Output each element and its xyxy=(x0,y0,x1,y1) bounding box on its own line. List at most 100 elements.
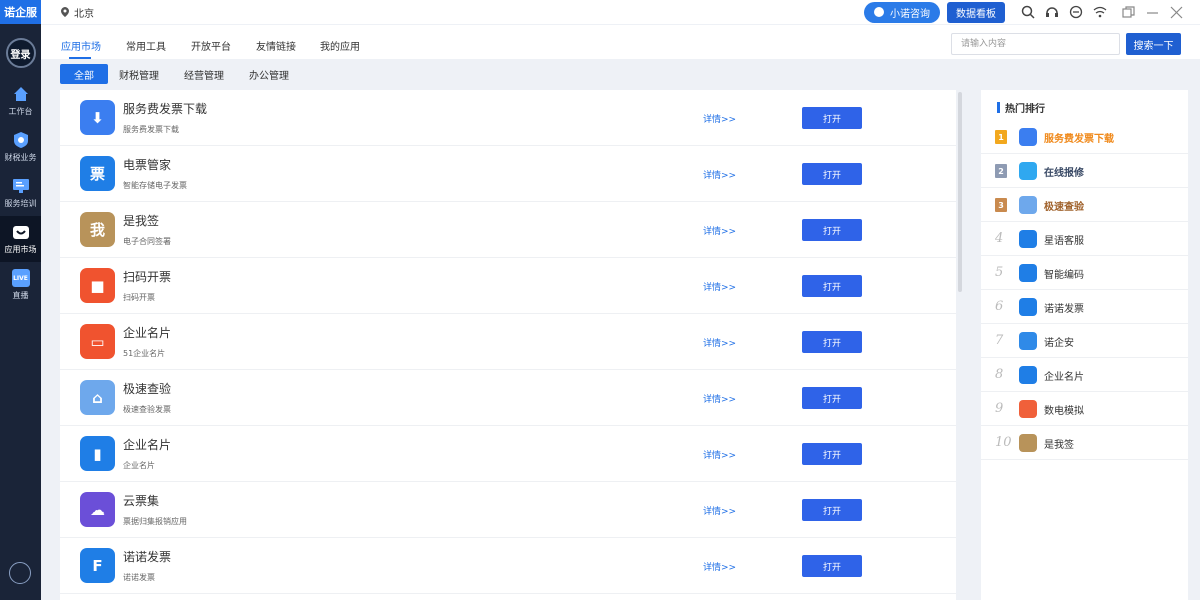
app-icon: 我 xyxy=(80,212,115,247)
restore-window-icon[interactable] xyxy=(1120,4,1136,20)
app-detail-link[interactable]: 详情>> xyxy=(703,112,736,125)
app-icon: ☁ xyxy=(80,492,115,527)
ranking-item[interactable]: 8 企业名片 xyxy=(981,358,1188,392)
top-right-actions: 小诺咨询 数据看板 xyxy=(864,0,1188,24)
hot-ranking-panel: 热门排行 1 服务费发票下载 2 在线报修 3 极速查验 4 星语客服 5 智能编码 6 … xyxy=(981,90,1188,600)
app-detail-link[interactable]: 详情>> xyxy=(703,168,736,181)
tab-app-market[interactable]: 应用市场 xyxy=(61,38,101,53)
app-name: 服务费发票下载 xyxy=(123,102,208,116)
minus-circle-icon[interactable] xyxy=(1068,4,1084,20)
sidebar-item-training[interactable]: 服务培训 xyxy=(0,170,41,216)
training-icon xyxy=(12,177,30,195)
rank-medal-icon: 1 xyxy=(995,130,1007,144)
app-detail-link[interactable]: 详情>> xyxy=(703,280,736,293)
app-open-button[interactable]: 打开 xyxy=(802,275,862,297)
tab-open-platform[interactable]: 开放平台 xyxy=(191,38,231,53)
app-open-button[interactable]: 打开 xyxy=(802,331,862,353)
app-open-button[interactable]: 打开 xyxy=(802,499,862,521)
sidebar: 诺企服 登录 工作台 财税业务 服务培训 应用市场 LIVE 直播 xyxy=(0,0,41,600)
list-scrollbar[interactable] xyxy=(958,92,962,292)
app-icon xyxy=(1019,162,1037,180)
ranking-title-text: 热门排行 xyxy=(1005,104,1045,115)
close-icon[interactable] xyxy=(1168,4,1184,20)
app-name: 诺诺发票 xyxy=(123,550,172,564)
search-button[interactable]: 搜索一下 xyxy=(1126,33,1181,55)
search-input[interactable]: 请输入内容 xyxy=(951,33,1120,55)
settings-hex-icon[interactable] xyxy=(9,562,31,584)
sidebar-item-live[interactable]: LIVE 直播 xyxy=(0,262,41,308)
ranking-label: 极速查验 xyxy=(1044,202,1084,213)
sidebar-item-workbench[interactable]: 工作台 xyxy=(0,78,41,124)
app-row: 我 是我签 电子合同签署 详情>> 打开 xyxy=(60,202,956,258)
top-bar: 北京 小诺咨询 数据看板 xyxy=(41,0,1200,24)
app-detail-link[interactable]: 详情>> xyxy=(703,336,736,349)
ranking-item[interactable]: 7 诺企安 xyxy=(981,324,1188,358)
app-icon xyxy=(1019,128,1037,146)
app-open-button[interactable]: 打开 xyxy=(802,443,862,465)
app-detail-link[interactable]: 详情>> xyxy=(703,448,736,461)
ranking-label: 在线报修 xyxy=(1044,168,1084,179)
consult-button[interactable]: 小诺咨询 xyxy=(864,1,940,23)
subtab-office[interactable]: 办公管理 xyxy=(249,64,289,84)
subtab-tax[interactable]: 财税管理 xyxy=(119,64,159,84)
app-icon: ⌂ xyxy=(80,380,115,415)
ranking-item[interactable]: 1 服务费发票下载 xyxy=(981,120,1188,154)
app-row: ▭ 企业名片 51企业名片 详情>> 打开 xyxy=(60,314,956,370)
location-pin-icon xyxy=(61,7,69,17)
app-name: 极速查验 xyxy=(123,382,172,396)
dashboard-button[interactable]: 数据看板 xyxy=(947,1,1005,23)
sidebar-item-label: 服务培训 xyxy=(4,199,37,208)
app-icon: ▭ xyxy=(80,324,115,359)
app-detail-link[interactable]: 详情>> xyxy=(703,560,736,573)
subtab-all[interactable]: 全部 xyxy=(60,64,108,84)
login-button[interactable]: 登录 xyxy=(5,38,36,68)
app-icon: ▮ xyxy=(80,436,115,471)
sidebar-item-tax[interactable]: 财税业务 xyxy=(0,124,41,170)
sidebar-item-label: 直播 xyxy=(12,291,29,300)
subtab-business[interactable]: 经营管理 xyxy=(184,64,224,84)
app-open-button[interactable]: 打开 xyxy=(802,163,862,185)
title-accent-bar xyxy=(997,102,1000,113)
wifi-icon[interactable] xyxy=(1092,4,1108,20)
ranking-item[interactable]: 10 是我签 xyxy=(981,426,1188,460)
ranking-item[interactable]: 4 星语客服 xyxy=(981,222,1188,256)
app-icon: ⬇ xyxy=(80,100,115,135)
active-tab-indicator xyxy=(69,57,91,59)
ranking-item[interactable]: 3 极速查验 xyxy=(981,188,1188,222)
tab-common-tools[interactable]: 常用工具 xyxy=(126,38,166,53)
app-description: 企业名片 xyxy=(123,461,155,470)
app-open-button[interactable]: 打开 xyxy=(802,387,862,409)
app-list: ⬇ 服务费发票下载 服务费发票下载 详情>> 打开票 电票管家 智能存储电子发票… xyxy=(60,90,956,600)
ranking-label: 诺企安 xyxy=(1044,338,1074,349)
location-selector[interactable]: 北京 xyxy=(61,5,94,20)
app-open-button[interactable]: 打开 xyxy=(802,107,862,129)
app-description: 票据归集报销应用 xyxy=(123,517,187,526)
ranking-item[interactable]: 9 数电模拟 xyxy=(981,392,1188,426)
tab-friend-links[interactable]: 友情链接 xyxy=(256,38,296,53)
rank-number: 7 xyxy=(995,333,1004,348)
app-row: ■ 扫码开票 扫码开票 详情>> 打开 xyxy=(60,258,956,314)
ranking-item[interactable]: 5 智能编码 xyxy=(981,256,1188,290)
app-icon xyxy=(1019,332,1037,350)
ranking-item[interactable]: 6 诺诺发票 xyxy=(981,290,1188,324)
app-detail-link[interactable]: 详情>> xyxy=(703,392,736,405)
app-market-icon xyxy=(12,223,30,241)
rank-number: 10 xyxy=(995,435,1012,450)
minimize-icon[interactable] xyxy=(1144,4,1160,20)
app-row: 票 电票管家 智能存储电子发票 详情>> 打开 xyxy=(60,146,956,202)
sidebar-item-app-market[interactable]: 应用市场 xyxy=(0,216,41,262)
search-icon[interactable] xyxy=(1020,4,1036,20)
app-icon xyxy=(1019,434,1037,452)
app-detail-link[interactable]: 详情>> xyxy=(703,504,736,517)
app-detail-link[interactable]: 详情>> xyxy=(703,224,736,237)
ranking-label: 服务费发票下载 xyxy=(1044,134,1114,145)
app-row: ▮ 企业名片 企业名片 详情>> 打开 xyxy=(60,426,956,482)
tab-my-apps[interactable]: 我的应用 xyxy=(320,38,360,53)
app-open-button[interactable]: 打开 xyxy=(802,555,862,577)
headset-icon[interactable] xyxy=(1044,4,1060,20)
app-open-button[interactable]: 打开 xyxy=(802,219,862,241)
ranking-label: 星语客服 xyxy=(1044,236,1084,247)
app-name: 企业名片 xyxy=(123,438,172,452)
brand-logo: 诺企服 xyxy=(0,0,41,24)
ranking-item[interactable]: 2 在线报修 xyxy=(981,154,1188,188)
